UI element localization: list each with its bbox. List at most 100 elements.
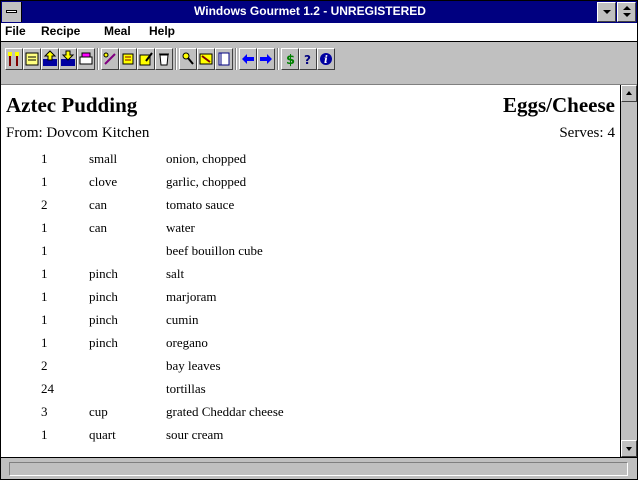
- ingredient-row: 1 pinch salt: [1, 262, 620, 285]
- scroll-down-button[interactable]: [621, 440, 637, 457]
- recipe-category: Eggs/Cheese: [503, 93, 615, 117]
- minimize-icon: [603, 10, 611, 14]
- ingredient-row: 1 pinch cumin: [1, 308, 620, 331]
- ingredient-name: water: [166, 220, 195, 235]
- ingredient-row: 24 tortillas: [1, 377, 620, 400]
- ingredient-row: 1 can water: [1, 216, 620, 239]
- menu-recipe[interactable]: Recipe: [41, 24, 80, 38]
- restore-icon-lower: [623, 13, 631, 17]
- fork-knife-icon[interactable]: [5, 48, 23, 70]
- system-menu-icon: [6, 10, 17, 13]
- edit-recipe-icon[interactable]: [137, 48, 155, 70]
- menu-file[interactable]: File: [5, 24, 26, 38]
- ingredient-row: 1 pinch oregano: [1, 331, 620, 354]
- help-icon[interactable]: ?: [299, 48, 317, 70]
- recipe-source: From: Dovcom Kitchen: [6, 125, 150, 141]
- ingredient-quantity: 2: [41, 197, 48, 212]
- ingredient-name: tortillas: [166, 381, 206, 396]
- svg-text:i: i: [324, 55, 328, 66]
- open-recipe-icon[interactable]: [23, 48, 41, 70]
- serves-label: Serves:: [559, 125, 604, 141]
- import-recipe-icon[interactable]: [41, 48, 59, 70]
- app-window: Windows Gourmet 1.2 - UNREGISTERED File …: [0, 0, 638, 480]
- toolbar-separator: [277, 48, 279, 70]
- ingredient-unit: pinch: [89, 312, 118, 327]
- shopping-list-icon[interactable]: [119, 48, 137, 70]
- ingredient-quantity: 24: [41, 381, 54, 396]
- ingredient-name: sour cream: [166, 427, 224, 442]
- ingredient-row: 1 clove garlic, chopped: [1, 170, 620, 193]
- previous-arrow-icon[interactable]: [239, 48, 257, 70]
- next-arrow-icon[interactable]: [257, 48, 275, 70]
- ingredient-row: 1 small onion, chopped: [1, 147, 620, 170]
- window-title: Windows Gourmet 1.2 - UNREGISTERED: [194, 4, 426, 18]
- cost-icon[interactable]: $: [281, 48, 299, 70]
- recipe-view: Aztec Pudding Eggs/Cheese From: Dovcom K…: [1, 85, 620, 457]
- ingredient-name: oregano: [166, 335, 208, 350]
- ingredient-quantity: 1: [41, 312, 48, 327]
- ingredient-unit: pinch: [89, 335, 118, 350]
- ingredient-quantity: 1: [41, 335, 48, 350]
- meal-plan-icon[interactable]: [215, 48, 233, 70]
- ingredient-list: 1 small onion, chopped 1 clove garlic, c…: [1, 147, 620, 446]
- ingredient-row: 1 pinch marjoram: [1, 285, 620, 308]
- vertical-scrollbar[interactable]: [620, 85, 637, 457]
- ingredient-quantity: 1: [41, 151, 48, 166]
- search-icon[interactable]: [179, 48, 197, 70]
- info-icon[interactable]: i: [317, 48, 335, 70]
- ingredient-quantity: 2: [41, 358, 48, 373]
- ingredient-quantity: 1: [41, 174, 48, 189]
- system-menu-button[interactable]: [2, 2, 22, 22]
- ingredient-quantity: 1: [41, 243, 48, 258]
- ingredient-quantity: 1: [41, 266, 48, 281]
- minimize-button[interactable]: [597, 2, 616, 22]
- toolbar-separator: [97, 48, 99, 70]
- arrow-down-icon: [626, 447, 632, 451]
- scroll-up-button[interactable]: [621, 85, 637, 102]
- ingredient-row: 1 beef bouillon cube: [1, 239, 620, 262]
- ingredient-unit: cup: [89, 404, 108, 419]
- ingredient-quantity: 1: [41, 289, 48, 304]
- ingredient-row: 2 bay leaves: [1, 354, 620, 377]
- ingredient-name: grated Cheddar cheese: [166, 404, 284, 419]
- ingredient-quantity: 1: [41, 220, 48, 235]
- ingredient-name: onion, chopped: [166, 151, 247, 166]
- ingredient-row: 2 can tomato sauce: [1, 193, 620, 216]
- ingredient-name: tomato sauce: [166, 197, 235, 212]
- ingredient-quantity: 3: [41, 404, 48, 419]
- toolbar-separator: [175, 48, 177, 70]
- ingredient-name: garlic, chopped: [166, 174, 247, 189]
- maximize-button[interactable]: [617, 2, 636, 22]
- ingredient-name: cumin: [166, 312, 199, 327]
- filter-icon[interactable]: [197, 48, 215, 70]
- ingredient-unit: pinch: [89, 266, 118, 281]
- ingredient-unit: can: [89, 197, 108, 212]
- ingredient-unit: pinch: [89, 289, 118, 304]
- status-bar: [1, 457, 637, 479]
- svg-text:$: $: [286, 53, 295, 68]
- ingredient-row: 1 quart sour cream: [1, 423, 620, 446]
- ingredient-name: salt: [166, 266, 185, 281]
- restore-icon: [623, 6, 631, 10]
- export-recipe-icon[interactable]: [59, 48, 77, 70]
- recipe-title: Aztec Pudding: [6, 93, 138, 117]
- ingredient-unit: can: [89, 220, 108, 235]
- recipe-serves: Serves: 4: [559, 125, 615, 142]
- status-text: [9, 462, 628, 476]
- ingredient-name: bay leaves: [166, 358, 221, 373]
- svg-text:?: ?: [304, 53, 311, 67]
- ingredient-name: beef bouillon cube: [166, 243, 263, 258]
- title-bar[interactable]: Windows Gourmet 1.2 - UNREGISTERED: [1, 1, 637, 23]
- ingredient-quantity: 1: [41, 427, 48, 442]
- ingredient-unit: clove: [89, 174, 118, 189]
- menu-bar: File Recipe Meal Help: [1, 23, 637, 42]
- ingredient-unit: small: [89, 151, 118, 166]
- print-icon[interactable]: [77, 48, 95, 70]
- toolbar-separator: [235, 48, 237, 70]
- menu-help[interactable]: Help: [149, 24, 175, 38]
- scale-recipe-icon[interactable]: [101, 48, 119, 70]
- clear-icon[interactable]: [155, 48, 173, 70]
- ingredient-unit: quart: [89, 427, 116, 442]
- menu-meal[interactable]: Meal: [104, 24, 131, 38]
- ingredient-name: marjoram: [166, 289, 217, 304]
